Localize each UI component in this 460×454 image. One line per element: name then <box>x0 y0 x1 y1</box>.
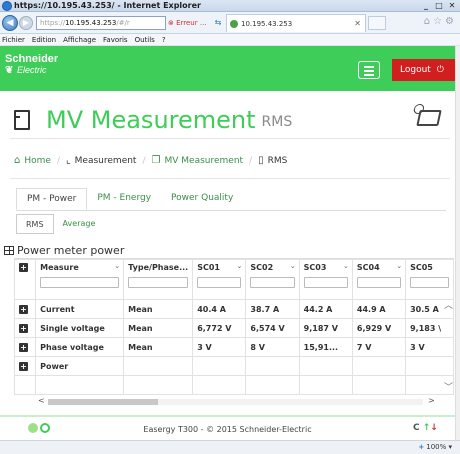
url-input[interactable]: https://10.195.43.253/#/r <box>36 16 166 30</box>
menu-help[interactable]: ? <box>162 34 166 45</box>
schneider-logo-icon: ❦ <box>5 65 14 76</box>
breadcrumb-rms: RMS <box>267 155 288 166</box>
column-header[interactable]: Measure ⌄ <box>35 259 125 300</box>
column-header[interactable]: SC05 <box>405 259 454 300</box>
copyright-text: Easergy T300 - © 2015 Schneider-Electric <box>143 425 312 434</box>
tab-favicon-icon <box>230 20 238 28</box>
filter-input[interactable] <box>410 277 449 288</box>
internet-explorer-icon <box>2 1 12 11</box>
browser-tab-active[interactable]: 10.195.43.253 ✕ <box>226 14 366 32</box>
table-row <box>14 375 454 395</box>
chevron-down-icon[interactable]: ⌄ <box>114 262 120 270</box>
chevron-up-icon[interactable]: ︿ <box>444 298 453 311</box>
expand-all-header[interactable]: + <box>14 259 37 300</box>
logout-icon: ⏻ <box>436 65 444 75</box>
close-tab-icon[interactable]: ✕ <box>354 15 361 33</box>
chart-icon: ⌞ <box>65 155 71 166</box>
logout-button[interactable]: Logout ⏻ <box>392 59 455 81</box>
filter-input[interactable] <box>303 277 348 288</box>
table-row: + Power <box>14 356 454 376</box>
home-icon: ⌂ <box>14 155 21 166</box>
chevron-down-icon[interactable]: ⌄ <box>290 262 296 270</box>
filter-input[interactable] <box>40 277 120 288</box>
scroll-right-icon[interactable]: > <box>428 396 435 405</box>
expand-row-icon[interactable]: + <box>19 323 28 333</box>
menu-edition[interactable]: Edition <box>32 34 56 45</box>
chevron-down-icon[interactable]: ﹀ <box>444 380 453 393</box>
power-meter-table: + Measure ⌄ Type/Phase... SC01 ⌄ SC02 ⌄ SC0… <box>14 258 454 413</box>
window-titlebar: https://10.195.43.253/ - Internet Explor… <box>0 0 460 12</box>
address-bar: ◀ ▶ https://10.195.43.253/#/r ⊗ Erreur .… <box>0 12 460 34</box>
certificate-error-badge[interactable]: ⊗ Erreur ... <box>168 16 208 30</box>
tab-pm-energy[interactable]: PM - Energy <box>87 188 161 210</box>
subtabs: RMS Average <box>16 214 104 234</box>
page-title: MV Measurement RMS <box>14 106 292 134</box>
minimize-button[interactable]: _ <box>420 1 432 11</box>
schneider-logo: Schneider Electric ❦ <box>5 53 59 77</box>
subtab-rms[interactable]: RMS <box>16 214 54 234</box>
column-header[interactable]: SC04 ⌄ <box>351 259 407 300</box>
filter-input[interactable] <box>356 277 402 288</box>
breadcrumb-measurement: Measurement <box>74 155 137 166</box>
scroll-thumb[interactable] <box>48 399 158 405</box>
browser-status-bar: +100% ▾ <box>0 440 460 454</box>
close-window-button[interactable]: ✕ <box>446 1 458 11</box>
table-row: + Phase voltage Mean 3 V 8 V 15,91... 7 … <box>14 337 454 357</box>
zoom-control[interactable]: +100% ▾ <box>418 443 452 451</box>
expand-row-icon[interactable]: + <box>19 361 28 371</box>
footer: Easergy T300 - © 2015 Schneider-Electric… <box>0 415 455 440</box>
menu-favoris[interactable]: Favoris <box>103 34 128 45</box>
chevron-down-icon[interactable]: ⌄ <box>396 262 402 270</box>
document-icon <box>14 110 30 130</box>
tab-power-quality[interactable]: Power Quality <box>161 188 243 210</box>
refresh-arrows-icon[interactable]: ⇆ <box>211 16 225 30</box>
table-horizontal-scrollbar[interactable]: < > <box>38 396 440 408</box>
filter-input[interactable] <box>197 277 242 288</box>
table-row: + Current Mean 40.4 A 38.7 A 44.2 A 44.9… <box>14 299 454 319</box>
column-header[interactable]: Type/Phase... <box>123 259 194 300</box>
window-title: https://10.195.43.253/ - Internet Explor… <box>14 1 201 10</box>
filter-input[interactable] <box>250 277 295 288</box>
back-button[interactable]: ◀ <box>2 15 18 31</box>
menu-affichage[interactable]: Affichage <box>63 34 96 45</box>
section-title: Power meter power <box>4 244 124 257</box>
chevron-down-icon[interactable]: ⌄ <box>343 262 349 270</box>
tabs: PM - Power PM - Energy Power Quality <box>16 188 243 210</box>
table-header-row: + Measure ⌄ Type/Phase... SC01 ⌄ SC02 ⌄ SC0… <box>14 259 454 300</box>
app-header: Schneider Electric ❦ Logout ⏻ <box>0 46 455 91</box>
chevron-down-icon[interactable]: ⌄ <box>237 262 243 270</box>
file-icon: ▯ <box>258 155 264 166</box>
column-header[interactable]: SC03 ⌄ <box>298 259 353 300</box>
column-header[interactable]: SC02 ⌄ <box>245 259 300 300</box>
scroll-left-icon[interactable]: < <box>38 396 45 405</box>
menu-fichier[interactable]: Fichier <box>2 34 25 45</box>
column-header[interactable]: SC01 ⌄ <box>192 259 247 300</box>
subtab-average[interactable]: Average <box>54 214 105 234</box>
expand-row-icon[interactable]: + <box>19 304 28 314</box>
maximize-button[interactable]: □ <box>433 1 445 11</box>
new-tab-button[interactable] <box>368 16 386 30</box>
forward-button[interactable]: ▶ <box>19 16 33 30</box>
breadcrumb-mv-measurement[interactable]: MV Measurement <box>164 156 243 166</box>
table-row: + Single voltage Mean 6,772 V 6,574 V 9,… <box>14 318 454 338</box>
refresh-status-icon[interactable]: C ↑↓ <box>413 423 438 433</box>
filter-input[interactable] <box>128 277 189 288</box>
tab-pm-power[interactable]: PM - Power <box>16 188 88 210</box>
copy-icon: ❐ <box>151 155 161 166</box>
table-icon <box>4 246 14 255</box>
menu-bar: Fichier Edition Affichage Favoris Outils… <box>0 34 460 46</box>
page-scrollbar[interactable] <box>455 46 460 440</box>
hamburger-menu-button[interactable] <box>358 61 380 79</box>
home-star-gear-icons[interactable]: ⌂☆⚙ <box>424 16 457 27</box>
export-icon[interactable] <box>416 110 442 126</box>
menu-outils[interactable]: Outils <box>135 34 155 45</box>
breadcrumb: ⌂ Home / ⌞ Measurement / ❐ MV Measuremen… <box>14 155 288 166</box>
breadcrumb-home[interactable]: Home <box>24 156 51 166</box>
expand-row-icon[interactable]: + <box>19 342 28 352</box>
expand-icon[interactable]: + <box>19 263 28 272</box>
